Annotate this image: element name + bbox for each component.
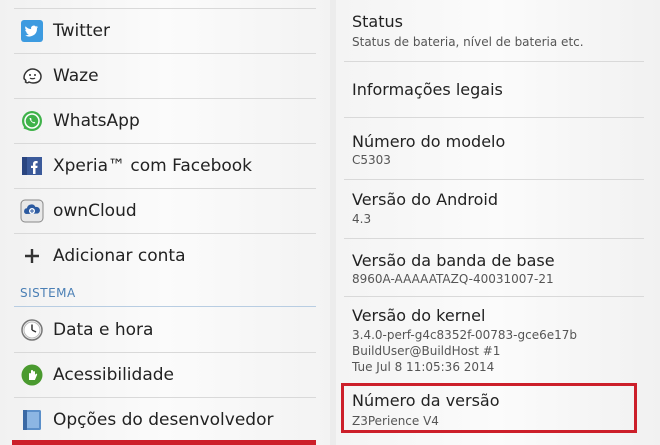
add-account-item[interactable]: Adicionar conta xyxy=(0,234,330,278)
item-value: BuildUser@BuildHost #1 xyxy=(352,344,501,358)
item-value: 3.4.0-perf-g4c8352f-00783-gce6e17b xyxy=(352,328,577,342)
system-item-accessibility[interactable]: Acessibilidade xyxy=(0,353,330,397)
system-item-developer-options[interactable]: Opções do desenvolvedor xyxy=(0,398,330,442)
system-item-label: Data e hora xyxy=(53,320,154,340)
system-item-date-time[interactable]: Data e hora xyxy=(0,308,330,352)
about-phone-pane: Status Status de bateria, nível de bater… xyxy=(336,0,660,445)
whatsapp-icon xyxy=(20,109,44,133)
item-value: 8960A-AAAAATAZQ-40031007-21 xyxy=(352,272,554,286)
add-account-label: Adicionar conta xyxy=(53,246,186,266)
clock-icon xyxy=(20,318,44,342)
divider xyxy=(344,238,644,239)
item-title: Informações legais xyxy=(352,80,503,99)
account-label: ownCloud xyxy=(53,201,137,221)
build-number-highlight xyxy=(341,383,637,433)
divider xyxy=(344,61,644,62)
divider xyxy=(344,117,644,118)
divider xyxy=(344,296,644,297)
owncloud-icon xyxy=(20,199,44,223)
account-label: Waze xyxy=(53,66,99,86)
item-value: 4.3 xyxy=(352,212,372,226)
section-divider xyxy=(14,306,316,307)
account-label: Twitter xyxy=(53,21,110,41)
accessibility-icon xyxy=(20,363,44,387)
account-item-twitter[interactable]: Twitter xyxy=(0,9,330,53)
item-title: Versão do Android xyxy=(352,190,499,209)
account-item-facebook[interactable]: Xperia™ com Facebook xyxy=(0,144,330,188)
add-icon xyxy=(20,244,44,268)
account-item-owncloud[interactable]: ownCloud xyxy=(0,189,330,233)
account-item-waze[interactable]: Waze xyxy=(0,54,330,98)
item-subtitle: Status de bateria, nível de bateria etc. xyxy=(352,35,584,49)
item-title: Status xyxy=(352,12,403,31)
twitter-icon xyxy=(20,19,44,43)
item-value: C5303 xyxy=(352,153,391,167)
item-value: Tue Jul 8 11:05:36 2014 xyxy=(352,360,495,374)
system-item-label: Opções do desenvolvedor xyxy=(53,410,274,430)
item-title: Número do modelo xyxy=(352,132,506,151)
highlight-bar xyxy=(12,440,316,445)
section-header-system: SISTEMA xyxy=(20,286,76,300)
waze-icon xyxy=(20,64,44,88)
system-item-label: Acessibilidade xyxy=(53,365,174,385)
divider xyxy=(344,179,644,180)
account-label: Xperia™ com Facebook xyxy=(53,156,253,176)
facebook-icon xyxy=(20,154,44,178)
account-label: WhatsApp xyxy=(53,111,140,131)
item-title: Versão da banda de base xyxy=(352,251,555,270)
item-title: Versão do kernel xyxy=(352,306,486,325)
developer-icon xyxy=(20,408,44,432)
settings-list-pane: Twitter Waze WhatsApp Xperia™ com Facebo… xyxy=(0,0,330,445)
account-item-whatsapp[interactable]: WhatsApp xyxy=(0,99,330,143)
